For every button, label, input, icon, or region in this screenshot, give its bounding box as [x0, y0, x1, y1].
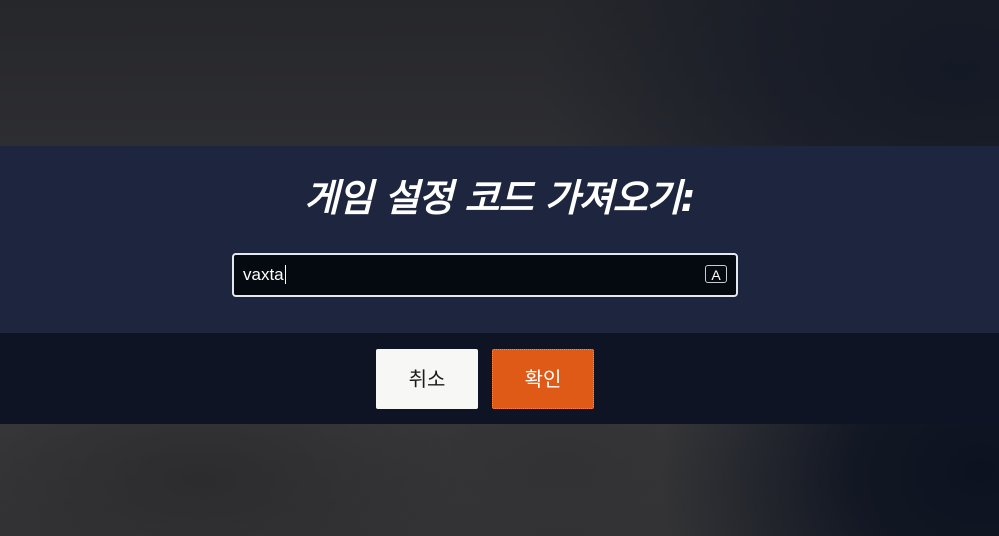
confirm-button[interactable]: 확인 — [492, 349, 594, 409]
ime-mode-indicator-icon: A — [705, 265, 727, 283]
settings-code-input-value[interactable]: vaxta — [243, 264, 286, 286]
settings-code-input[interactable]: vaxta A — [232, 253, 738, 297]
text-caret — [284, 265, 286, 284]
dialog-title: 게임 설정 코드 가져오기: — [304, 176, 696, 220]
cancel-button[interactable]: 취소 — [376, 349, 478, 409]
